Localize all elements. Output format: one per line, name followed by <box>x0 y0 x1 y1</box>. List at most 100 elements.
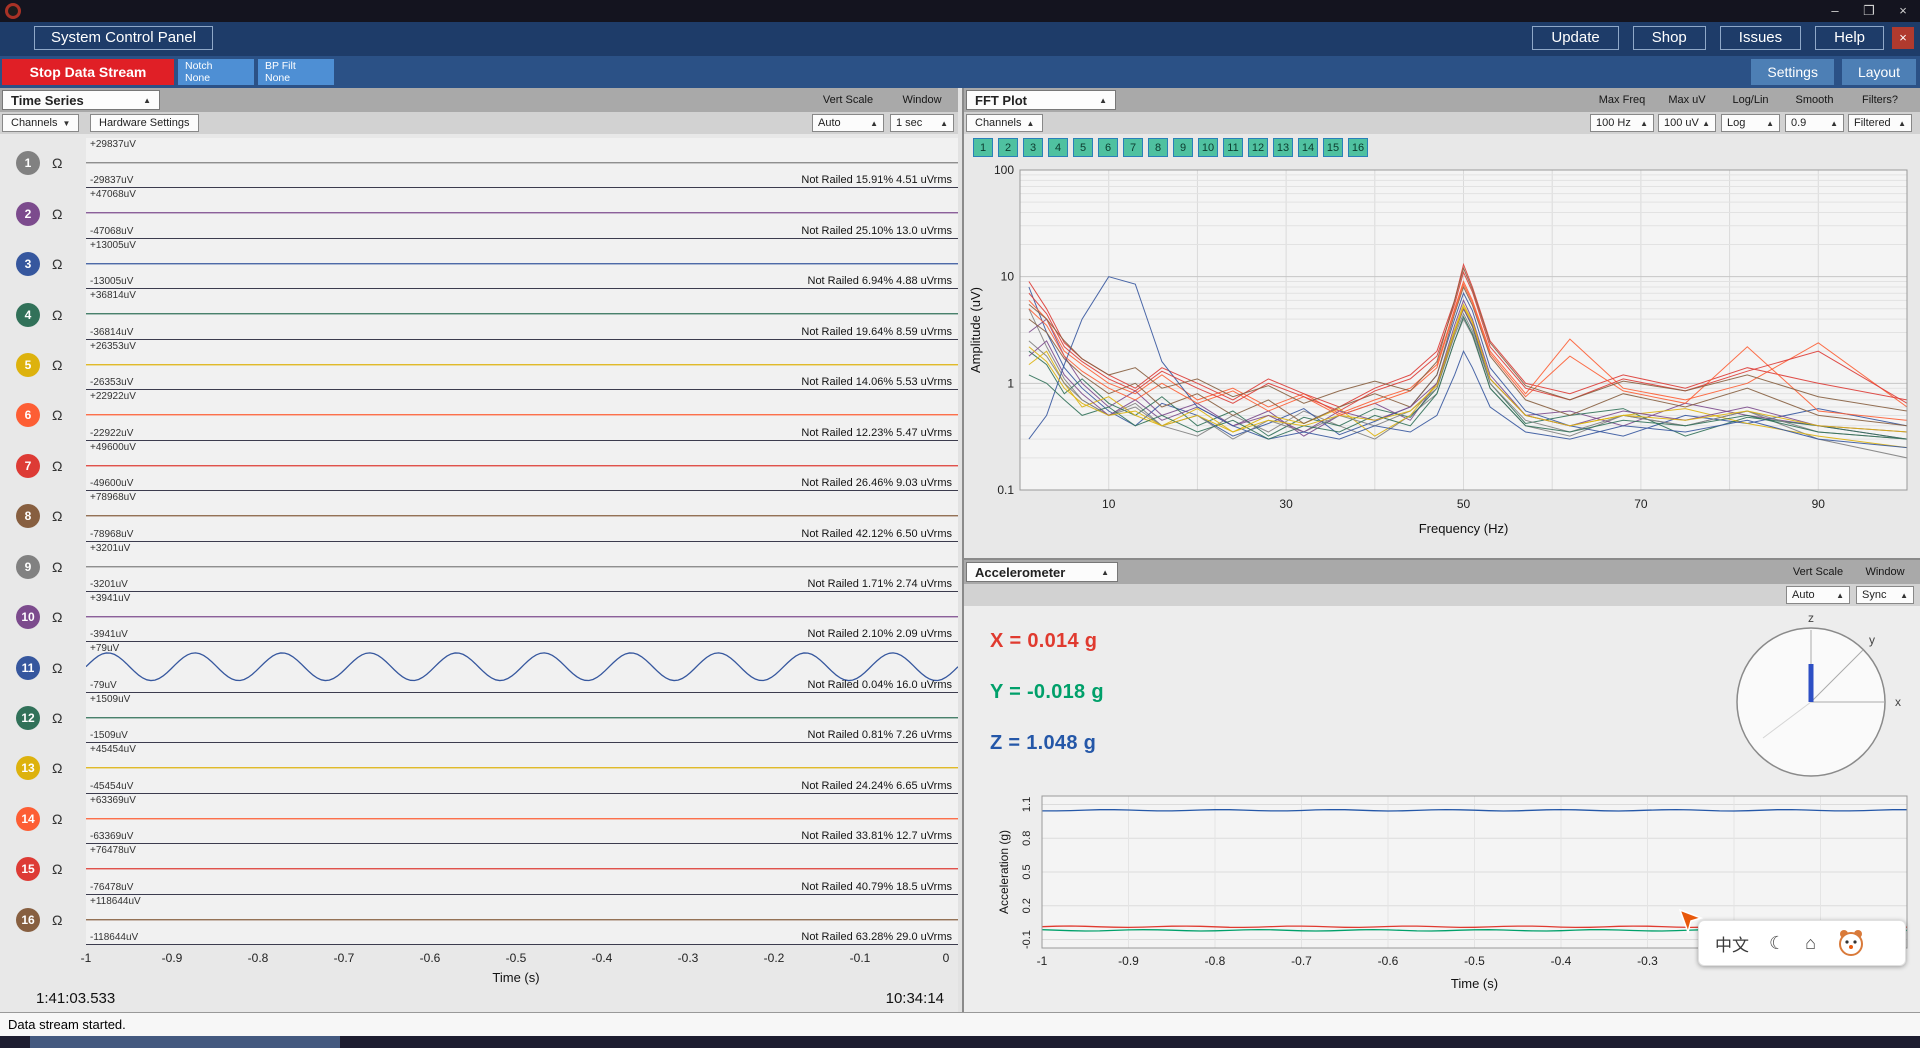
channel-toggle-button[interactable]: 5 <box>16 352 40 377</box>
svg-text:70: 70 <box>1634 497 1648 511</box>
channel-toggle-button[interactable]: 11 <box>16 655 40 680</box>
fft-channel-button[interactable]: 5 <box>1073 138 1093 157</box>
filters-dropdown[interactable]: Filtered ▲ <box>1848 114 1912 132</box>
fft-channel-button[interactable]: 4 <box>1048 138 1068 157</box>
channels-toggle-button[interactable]: Channels ▲ <box>966 114 1044 132</box>
fft-channel-button[interactable]: 16 <box>1348 138 1368 157</box>
help-button[interactable]: Help <box>1815 26 1884 50</box>
timeseries-channel-row: 12 Ω +1509uV -1509uV Not Railed 0.81% 7.26 u… <box>0 692 958 744</box>
channel-plot-strip: +47068uV -47068uV Not Railed 25.10% 13.0 u… <box>86 188 958 239</box>
channel-status-label: Not Railed 63.28% 29.0 uVrms <box>801 931 952 943</box>
ime-language-label[interactable]: 中文 <box>1715 931 1749 956</box>
fft-channel-button[interactable]: 9 <box>1173 138 1193 157</box>
fft-header: FFT Plot ▲ Max Freq Max uV Log/Lin Smoot… <box>964 88 1920 112</box>
channel-toggle-button[interactable]: 8 <box>16 504 40 529</box>
widget-selector-dropdown[interactable]: FFT Plot ▲ <box>966 90 1116 110</box>
widget-selector-dropdown[interactable]: Time Series ▲ <box>2 90 160 110</box>
issues-button[interactable]: Issues <box>1719 26 1802 50</box>
channel-toggle-button[interactable]: 6 <box>16 403 40 428</box>
vert-scale-dropdown[interactable]: Auto ▲ <box>1786 586 1850 604</box>
ime-mascot-icon[interactable] <box>1836 928 1866 958</box>
window-close-button[interactable]: × <box>1886 0 1920 22</box>
impedance-button[interactable]: Ω <box>52 307 62 323</box>
impedance-button[interactable]: Ω <box>52 155 62 171</box>
vert-scale-dropdown[interactable]: Auto ▲ <box>812 114 884 132</box>
channel-toggle-button[interactable]: 14 <box>16 806 40 831</box>
fft-channel-button[interactable]: 8 <box>1148 138 1168 157</box>
channel-toggle-button[interactable]: 13 <box>16 756 40 781</box>
impedance-button[interactable]: Ω <box>52 912 62 928</box>
svg-text:0.8: 0.8 <box>1021 831 1033 846</box>
channel-vmax-label: +76478uV <box>90 845 136 857</box>
impedance-button[interactable]: Ω <box>52 609 62 625</box>
fft-channel-button[interactable]: 12 <box>1248 138 1268 157</box>
impedance-button[interactable]: Ω <box>52 458 62 474</box>
timeseries-channel-row: 13 Ω +45454uV -45454uV Not Railed 24.24% 6.6… <box>0 743 958 794</box>
fft-channel-button[interactable]: 7 <box>1123 138 1143 157</box>
impedance-button[interactable]: Ω <box>52 256 62 272</box>
channel-toggle-button[interactable]: 1 <box>16 151 40 176</box>
chevron-up-icon: ▲ <box>1900 590 1908 600</box>
fft-channel-button[interactable]: 1 <box>973 138 993 157</box>
impedance-button[interactable]: Ω <box>52 710 62 726</box>
widget-selector-dropdown[interactable]: Accelerometer ▲ <box>966 562 1118 582</box>
window-minimize-button[interactable]: – <box>1818 0 1852 22</box>
fft-channel-button[interactable]: 10 <box>1198 138 1218 157</box>
home-icon[interactable]: ⌂ <box>1805 933 1816 954</box>
max-uv-dropdown[interactable]: 100 uV ▲ <box>1658 114 1716 132</box>
app-header: System Control Panel Update Shop Issues … <box>0 22 1920 56</box>
time-axis-tick: -0.8 <box>247 951 269 965</box>
shop-button[interactable]: Shop <box>1632 26 1706 50</box>
channel-vmin-label: -45454uV <box>90 780 134 792</box>
stop-data-stream-button[interactable]: Stop Data Stream <box>2 59 174 85</box>
cursor-arrow-icon <box>1678 908 1704 934</box>
fft-channel-button[interactable]: 13 <box>1273 138 1293 157</box>
channel-gutter: 2Ω <box>0 188 86 238</box>
impedance-button[interactable]: Ω <box>52 861 62 877</box>
impedance-button[interactable]: Ω <box>52 660 62 676</box>
window-dropdown[interactable]: Sync ▲ <box>1856 586 1914 604</box>
time-axis-tick: -0.2 <box>763 951 785 965</box>
taskbar-app-button[interactable] <box>30 1036 340 1048</box>
smooth-dropdown[interactable]: 0.9 ▲ <box>1785 114 1844 132</box>
impedance-button[interactable]: Ω <box>52 407 62 423</box>
settings-button[interactable]: Settings <box>1751 59 1834 85</box>
channel-toggle-button[interactable]: 3 <box>16 252 40 277</box>
channels-toggle-button[interactable]: Channels ▼ <box>2 114 80 132</box>
channel-toggle-button[interactable]: 16 <box>16 907 40 932</box>
layout-button[interactable]: Layout <box>1841 59 1916 85</box>
window-dropdown[interactable]: 1 sec ▲ <box>890 114 954 132</box>
channel-toggle-button[interactable]: 10 <box>16 605 40 630</box>
svg-text:30: 30 <box>1279 497 1293 511</box>
update-button[interactable]: Update <box>1532 26 1619 50</box>
accelerometer-tabbar: Auto ▲ Sync ▲ <box>964 584 1920 606</box>
fft-channel-button[interactable]: 11 <box>1223 138 1243 157</box>
header-close-button[interactable]: × <box>1892 27 1914 49</box>
channel-toggle-button[interactable]: 2 <box>16 201 40 226</box>
max-freq-dropdown[interactable]: 100 Hz ▲ <box>1590 114 1654 132</box>
channel-toggle-button[interactable]: 7 <box>16 453 40 478</box>
impedance-button[interactable]: Ω <box>52 559 62 575</box>
channel-status-label: Not Railed 24.24% 6.65 uVrms <box>801 779 952 792</box>
channel-toggle-button[interactable]: 9 <box>16 554 40 579</box>
impedance-button[interactable]: Ω <box>52 206 62 222</box>
moon-icon[interactable]: ☾ <box>1769 933 1785 954</box>
fft-channel-button[interactable]: 2 <box>998 138 1018 157</box>
fft-channel-button[interactable]: 15 <box>1323 138 1343 157</box>
log-lin-dropdown[interactable]: Log ▲ <box>1721 114 1780 132</box>
channel-toggle-button[interactable]: 15 <box>16 857 40 882</box>
fft-channel-button[interactable]: 3 <box>1023 138 1043 157</box>
hardware-settings-button[interactable]: Hardware Settings <box>90 114 199 132</box>
impedance-button[interactable]: Ω <box>52 508 62 524</box>
channel-toggle-button[interactable]: 12 <box>16 706 40 731</box>
window-maximize-button[interactable]: ❐ <box>1852 0 1886 22</box>
notch-filter-button[interactable]: Notch None <box>178 59 254 85</box>
bandpass-filter-button[interactable]: BP Filt None <box>258 59 334 85</box>
fft-channel-button[interactable]: 14 <box>1298 138 1318 157</box>
fft-channel-button[interactable]: 6 <box>1098 138 1118 157</box>
channel-toggle-button[interactable]: 4 <box>16 302 40 327</box>
impedance-button[interactable]: Ω <box>52 760 62 776</box>
impedance-button[interactable]: Ω <box>52 357 62 373</box>
time-axis: Time (s) -1 -0.9 -0.8 -0.7 -0.6 -0.5 -0.4 -0.3 -… <box>0 948 958 988</box>
impedance-button[interactable]: Ω <box>52 811 62 827</box>
